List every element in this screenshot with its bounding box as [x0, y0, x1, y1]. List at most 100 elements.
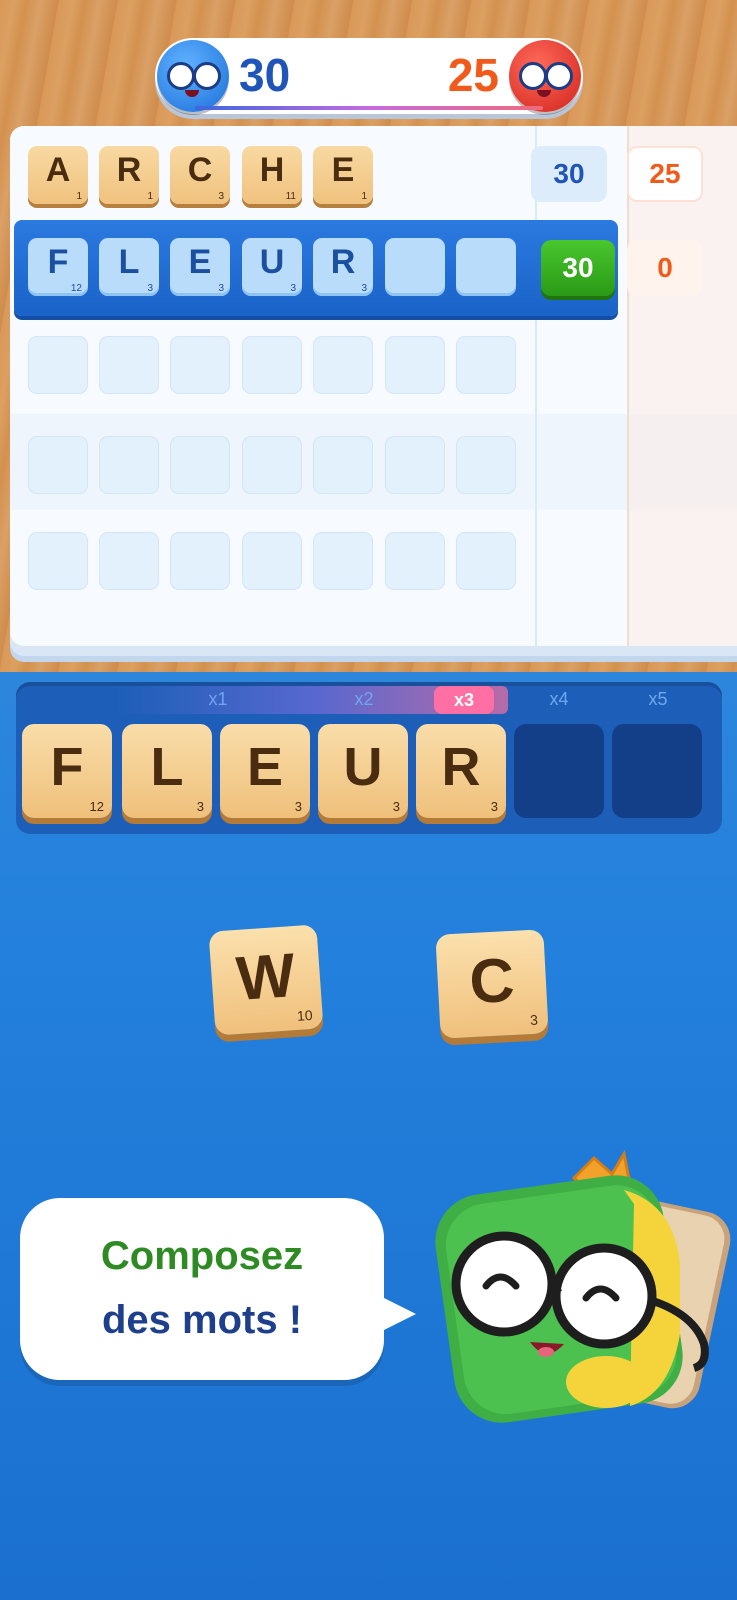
tile-letter: E — [331, 151, 355, 189]
board-tile: H 11 — [242, 146, 302, 204]
board-empty-slot — [170, 532, 230, 590]
board-tile: E 1 — [313, 146, 373, 204]
bubble-line2: des mots ! — [101, 1298, 303, 1342]
avatar-mouth-icon — [537, 90, 551, 97]
board-tile: L 3 — [99, 238, 159, 296]
rack-tile[interactable]: L 3 — [122, 724, 212, 818]
letter-rack: x1 x2 x3 x4 x5 F 12 L 3 E 3 U 3 R 3 — [16, 682, 722, 834]
tile-points: 3 — [147, 283, 153, 294]
rack-tile[interactable]: U 3 — [318, 724, 408, 818]
multiplier-x4: x4 — [549, 689, 569, 709]
board-empty-slot — [456, 436, 516, 494]
board-empty-slot — [456, 532, 516, 590]
tile-points: 3 — [490, 799, 498, 814]
board-empty-slot — [242, 532, 302, 590]
player2-column — [628, 126, 737, 646]
board-empty-slot — [28, 436, 88, 494]
tile-points: 1 — [361, 191, 367, 202]
board-empty-slot — [313, 532, 373, 590]
rack-empty-slot[interactable] — [514, 724, 604, 818]
rack-tile[interactable]: E 3 — [220, 724, 310, 818]
row2-player2-score: 0 — [627, 240, 703, 296]
tile-points: 3 — [361, 283, 367, 294]
tile-letter: C — [187, 151, 213, 189]
tile-letter: W — [234, 941, 298, 1014]
tile-points: 3 — [196, 799, 204, 814]
tile-letter: R — [116, 151, 142, 189]
player2-score: 25 — [447, 49, 499, 101]
tile-letter: U — [343, 737, 383, 797]
tile-letter: L — [150, 737, 184, 797]
avatar-eye-icon — [519, 62, 547, 90]
tile-points: 3 — [290, 283, 296, 294]
board-empty-slot — [170, 336, 230, 394]
tile-points: 12 — [89, 799, 104, 814]
tile-letter: F — [47, 243, 69, 281]
bubble-line1: Composez — [100, 1234, 304, 1278]
avatar-eye-icon — [193, 62, 221, 90]
player1-score: 30 — [239, 49, 291, 101]
tile-points: 3 — [218, 283, 224, 294]
tile-points: 3 — [218, 191, 224, 202]
board-empty-slot — [99, 532, 159, 590]
board-tile: C 3 — [170, 146, 230, 204]
tile-letter: A — [45, 151, 71, 189]
tile-points: 1 — [76, 191, 82, 202]
board-empty-slot — [385, 238, 445, 296]
board-empty-slot — [170, 436, 230, 494]
multiplier-x3: x3 — [434, 686, 494, 714]
board-empty-slot — [28, 336, 88, 394]
column-divider — [627, 126, 629, 646]
board-empty-slot — [99, 336, 159, 394]
score-divider — [195, 106, 543, 110]
tile-letter: H — [259, 151, 285, 189]
avatar-eye-icon — [545, 62, 573, 90]
board-tile: R 1 — [99, 146, 159, 204]
multiplier-x2: x2 — [354, 689, 374, 709]
tile-letter: E — [246, 737, 284, 797]
available-tile[interactable]: W 10 — [208, 924, 324, 1036]
board-empty-slot — [28, 532, 88, 590]
avatar-eye-icon — [167, 62, 195, 90]
rack-tile[interactable]: F 12 — [22, 724, 112, 818]
tile-letter: L — [118, 243, 140, 281]
tile-letter: F — [50, 737, 84, 797]
board-empty-slot — [385, 532, 445, 590]
score-header: 30 25 — [155, 38, 583, 114]
multiplier-x1: x1 — [208, 689, 228, 709]
tile-points: 10 — [296, 1006, 314, 1024]
tile-points: 3 — [294, 799, 302, 814]
tile-letter: R — [441, 737, 481, 797]
board-empty-slot — [385, 336, 445, 394]
board-tile: E 3 — [170, 238, 230, 296]
tile-letter: R — [330, 243, 356, 281]
row1-player2-score: 25 — [627, 146, 703, 202]
tile-points: 3 — [392, 799, 400, 814]
board-tile: R 3 — [313, 238, 373, 296]
tile-points: 3 — [529, 1011, 539, 1029]
rack-empty-slot[interactable] — [612, 724, 702, 818]
tile-letter: E — [188, 243, 212, 281]
board-tile: A 1 — [28, 146, 88, 204]
avatar-mouth-icon — [185, 90, 199, 97]
row2-player1-score: 30 — [541, 240, 615, 296]
rack-tile[interactable]: R 3 — [416, 724, 506, 818]
player2-avatar[interactable] — [509, 40, 581, 112]
board-empty-slot — [242, 336, 302, 394]
column-divider — [535, 126, 537, 646]
tile-letter: C — [467, 945, 517, 1018]
board-empty-slot — [99, 436, 159, 494]
tile-points: 1 — [147, 191, 153, 202]
board-empty-slot — [456, 336, 516, 394]
player1-avatar[interactable] — [157, 40, 229, 112]
board-empty-slot — [313, 336, 373, 394]
available-tile[interactable]: C 3 — [435, 929, 549, 1039]
tile-points: 11 — [285, 191, 296, 202]
multiplier-x5: x5 — [648, 689, 668, 709]
board-empty-slot — [385, 436, 445, 494]
board-empty-slot — [456, 238, 516, 296]
row1-player1-score: 30 — [531, 146, 607, 202]
tile-letter: U — [259, 243, 285, 281]
board-empty-slot — [242, 436, 302, 494]
board-tile: U 3 — [242, 238, 302, 296]
